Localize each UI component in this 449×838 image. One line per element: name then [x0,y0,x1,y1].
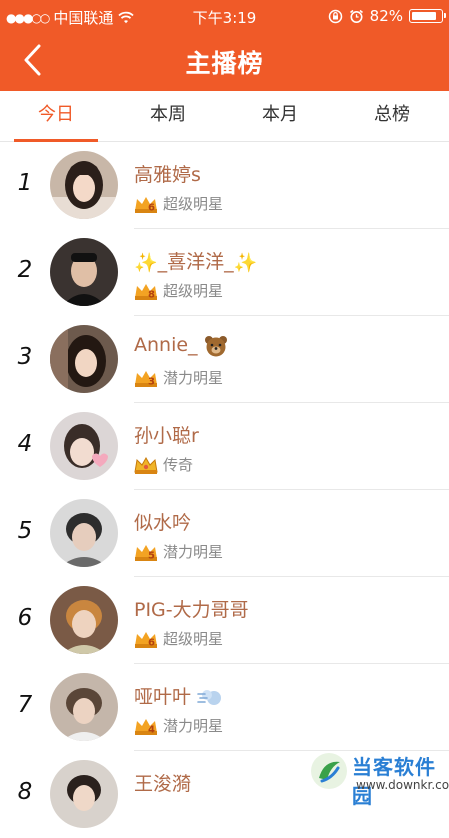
streamer-name-container: 哑叶叶 [134,682,223,709]
crown-badge-icon: 8 [135,283,157,300]
crown-badge-icon: 5 [135,544,157,561]
rank-number: 6 [17,605,33,631]
badge-level-number: 8 [148,289,155,300]
avatar[interactable] [50,238,118,306]
level-label: 传奇 [163,456,194,474]
tab-week[interactable]: 本周 [112,91,224,141]
badge-level-number: 6 [148,202,155,213]
level-label: 超级明星 [163,282,224,300]
tab-label: 本周 [150,104,186,125]
badge-level-number: 6 [148,637,155,648]
tab-label: 今日 [38,104,74,125]
watermark-logo-icon [311,753,347,789]
level-label: 潜力明星 [163,717,224,735]
avatar[interactable] [50,760,118,828]
streamer-name: 王浚漪 [134,773,192,795]
rank-number: 4 [17,431,33,457]
crown-badge-icon: 6 [135,196,157,213]
watermark-url: www.downkr.com [356,778,449,792]
avatar[interactable] [50,151,118,219]
rank-number: 3 [17,344,33,370]
streamer-name: PIG-大力哥哥 [134,599,249,621]
alarm-icon [349,9,363,23]
rank-number: 8 [17,779,33,805]
tab-all-time[interactable]: 总榜 [336,91,448,141]
ranking-row[interactable]: 1 高雅婷s 6 超级明星 [0,142,449,229]
badge-level-number: 3 [148,376,155,387]
level-info: 3 潜力明星 [134,367,223,388]
streamer-name: Annie_ [134,334,198,356]
ranking-row[interactable]: 5 似水吟 5 潜力明星 [0,490,449,577]
rank-number: 2 [17,257,33,283]
level-info: 传奇 [134,454,193,475]
bear-emoji-icon [204,335,227,356]
level-label: 超级明星 [163,630,224,648]
streamer-name: 孙小聪r [134,425,199,447]
battery-percent: 82% [369,7,403,25]
status-bar: ●●●○○ 中国联通 下午3:19 82% [0,0,449,32]
streamer-name: 高雅婷s [134,164,201,186]
top-bar: ●●●○○ 中国联通 下午3:19 82% 主播榜 [0,0,449,91]
crown-badge-icon: 6 [135,631,157,648]
level-label: 潜力明星 [163,369,224,387]
crown-badge-icon: 3 [135,370,157,387]
tab-label: 总榜 [374,104,410,125]
ranking-row[interactable]: 3 Annie_ 3 潜力明星 [0,316,449,403]
sparkles-icon: ✨ [134,252,158,274]
streamer-name-container: Annie_ [134,334,228,357]
period-tabs: 今日 本周 本月 总榜 [0,91,449,142]
site-watermark: 当客软件园 www.downkr.com [306,748,449,808]
tab-month[interactable]: 本月 [224,91,336,141]
dash-emoji-icon [197,689,222,705]
ranking-row[interactable]: 2 ✨_喜洋洋_✨ 8 超级明星 [0,229,449,316]
page-title: 主播榜 [185,49,264,78]
avatar[interactable] [50,325,118,393]
level-label: 潜力明星 [163,543,224,561]
nav-bar: 主播榜 [0,32,449,91]
ranking-row[interactable]: 6 PIG-大力哥哥 6 超级明星 [0,577,449,664]
level-info: 5 潜力明星 [134,541,223,562]
level-label: 超级明星 [163,195,224,213]
ranking-row[interactable]: 7 哑叶叶 4 潜力明星 [0,664,449,751]
avatar[interactable] [50,499,118,567]
sparkles-icon: ✨ [233,252,258,274]
rank-number: 5 [17,518,33,544]
badge-level-number: 5 [148,550,155,561]
avatar[interactable] [50,586,118,654]
orientation-lock-icon [328,9,342,23]
badge-level-number: 4 [148,724,155,735]
level-info: 4 潜力明星 [134,715,223,736]
level-info: 6 超级明星 [134,628,223,649]
avatar[interactable] [50,412,118,480]
ranking-list: 1 高雅婷s 6 超级明星 2 ✨_喜洋洋_✨ 8 超级明星 3 Annie_ … [0,142,449,838]
streamer-name-container: ✨_喜洋洋_✨ [134,247,257,274]
streamer-name: 哑叶叶 [134,686,192,708]
legend-crown-icon [134,456,158,474]
level-info: 8 超级明星 [134,280,223,301]
tab-label: 本月 [262,104,298,125]
crown-badge-icon: 4 [135,718,157,735]
battery-icon [409,9,446,23]
level-info: 6 超级明星 [134,193,223,214]
tab-today[interactable]: 今日 [0,91,112,142]
avatar[interactable] [50,673,118,741]
rank-number: 7 [17,692,33,718]
streamer-name: 似水吟 [134,512,192,534]
rank-number: 1 [17,170,33,196]
streamer-name: _喜洋洋_ [157,251,234,273]
ranking-row[interactable]: 4 孙小聪r 传奇 [0,403,449,490]
